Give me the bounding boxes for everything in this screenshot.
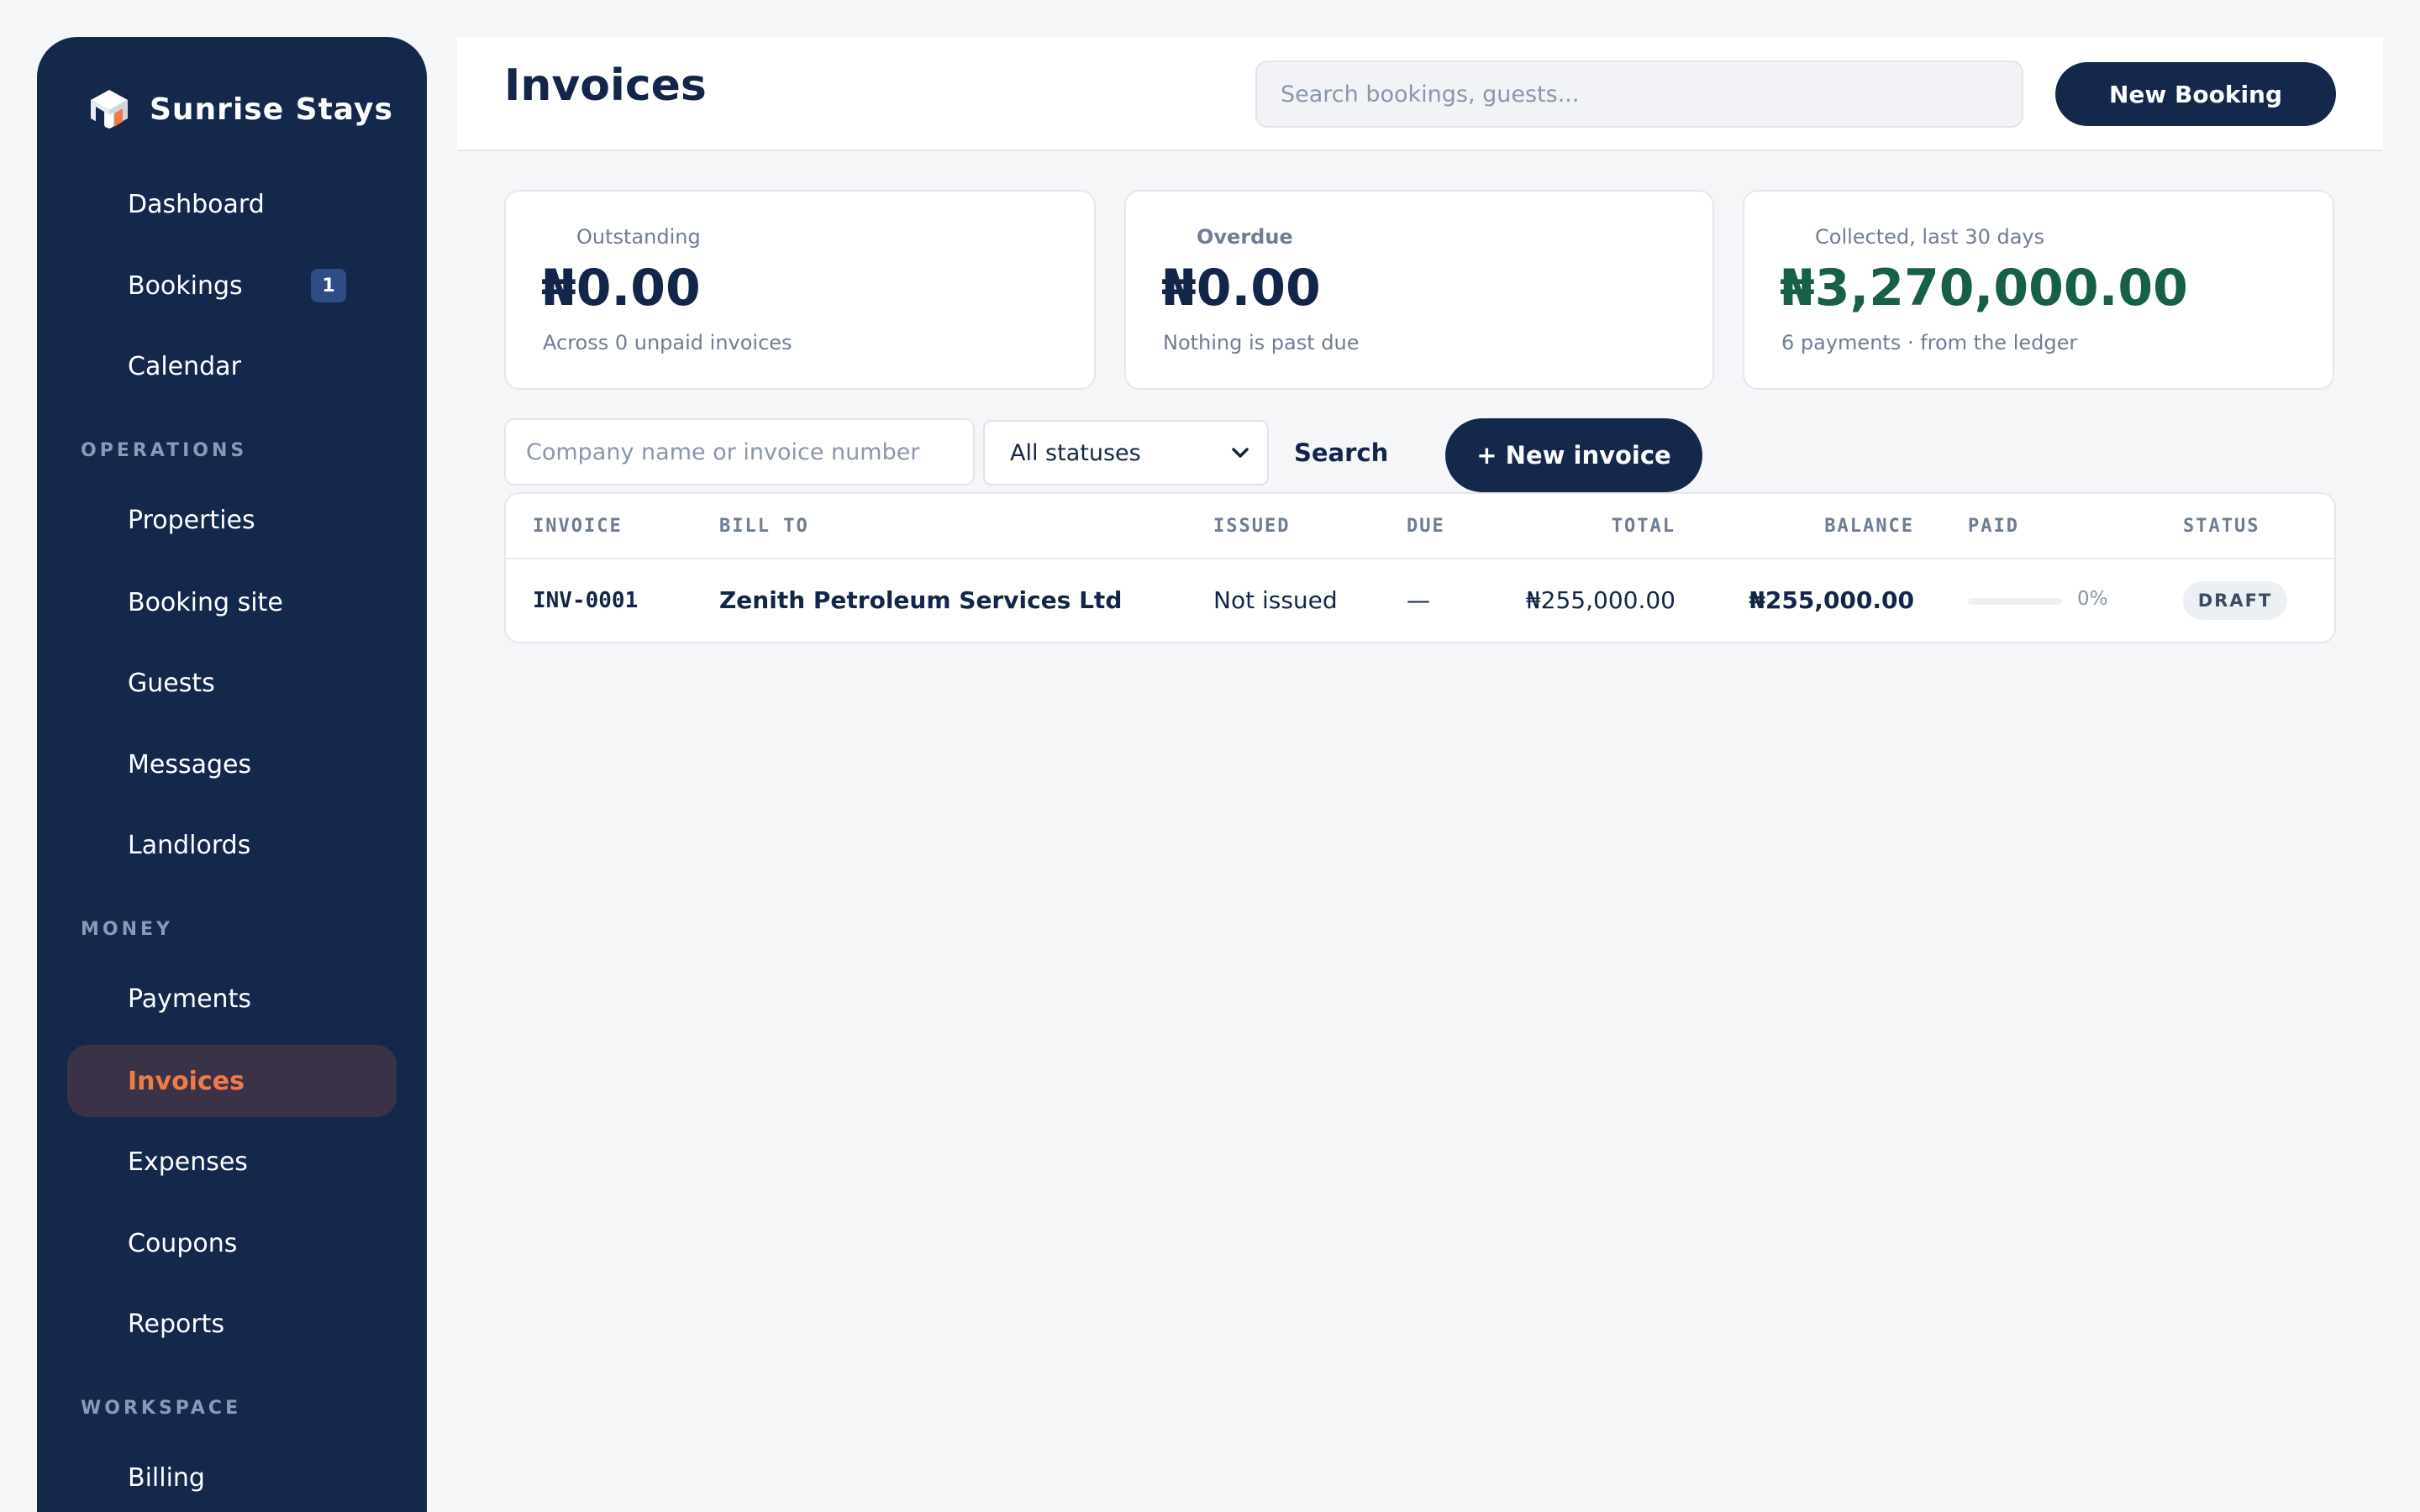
sidebar-item-label: Landlords: [128, 830, 251, 860]
bookings-count-badge: 1: [311, 269, 346, 302]
status-filter-value: All statuses: [1010, 439, 1141, 466]
invoices-table: INVOICE BILL TO ISSUED DUE TOTAL BALANCE…: [504, 492, 2336, 643]
stat-label: Collected, last 30 days: [1815, 225, 2045, 249]
stat-card-overdue: Overdue ₦0.00 Nothing is past due: [1124, 190, 1714, 390]
sidebar-item-label: Calendar: [128, 351, 241, 381]
sidebar-item-label: Payments: [128, 984, 251, 1014]
new-booking-button[interactable]: New Booking: [2055, 62, 2336, 126]
search-button[interactable]: Search: [1294, 420, 1388, 486]
brand-name: Sunrise Stays: [150, 92, 393, 127]
stat-value: ₦3,270,000.00: [1780, 259, 2188, 318]
section-heading-money: MONEY: [81, 919, 173, 940]
sidebar-item-payments[interactable]: Payments: [67, 963, 397, 1035]
column-header-issued[interactable]: ISSUED: [1213, 516, 1290, 537]
sidebar-item-reports[interactable]: Reports: [67, 1288, 397, 1360]
sidebar-item-coupons[interactable]: Coupons: [67, 1207, 397, 1279]
invoice-balance: ₦255,000.00: [1749, 586, 1914, 614]
stat-subtext: Across 0 unpaid invoices: [543, 331, 792, 354]
sidebar-item-label: Booking site: [128, 587, 283, 617]
sidebar: Sunrise Stays Dashboard Bookings 1 Calen…: [37, 37, 427, 1512]
column-header-due[interactable]: DUE: [1407, 516, 1445, 537]
issued-date: Not issued: [1213, 586, 1338, 614]
column-header-invoice[interactable]: INVOICE: [533, 516, 623, 537]
column-header-bill-to[interactable]: BILL TO: [719, 516, 809, 537]
sidebar-item-expenses[interactable]: Expenses: [67, 1126, 397, 1198]
top-header: Invoices New Booking: [457, 37, 2383, 151]
sidebar-item-label: Bookings: [128, 270, 243, 301]
chevron-down-icon: [1232, 448, 1249, 458]
new-invoice-button[interactable]: + New invoice: [1445, 418, 1702, 492]
sidebar-item-bookings[interactable]: Bookings 1: [67, 249, 397, 322]
sidebar-item-label: Guests: [128, 668, 215, 698]
paid-percent: 0%: [2077, 588, 2108, 610]
section-heading-workspace: WORKSPACE: [81, 1398, 242, 1419]
status-badge: DRAFT: [2183, 581, 2287, 620]
column-header-paid[interactable]: PAID: [1968, 516, 2019, 537]
sidebar-item-landlords[interactable]: Landlords: [67, 809, 397, 881]
sidebar-item-guests[interactable]: Guests: [67, 647, 397, 719]
stat-label: Outstanding: [576, 225, 701, 249]
sidebar-item-booking-site[interactable]: Booking site: [67, 566, 397, 638]
stat-subtext: 6 payments · from the ledger: [1781, 331, 2078, 354]
sidebar-item-billing[interactable]: Billing: [67, 1441, 397, 1512]
sidebar-item-label: Coupons: [128, 1228, 238, 1258]
invoice-total: ₦255,000.00: [1525, 586, 1676, 614]
stat-card-outstanding: Outstanding ₦0.00 Across 0 unpaid invoic…: [504, 190, 1096, 390]
sidebar-item-label: Properties: [128, 505, 255, 535]
status-filter-select[interactable]: All statuses: [983, 420, 1269, 486]
stat-value: ₦0.00: [541, 259, 701, 318]
paid-progress-bar: [1968, 598, 2062, 605]
column-header-total[interactable]: TOTAL: [1612, 516, 1676, 537]
sidebar-item-label: Expenses: [128, 1147, 248, 1177]
brand[interactable]: Sunrise Stays: [89, 79, 393, 139]
sidebar-item-properties[interactable]: Properties: [67, 484, 397, 556]
global-search-input[interactable]: [1255, 60, 2023, 128]
stat-card-collected: Collected, last 30 days ₦3,270,000.00 6 …: [1743, 190, 2334, 390]
bill-to-company[interactable]: Zenith Petroleum Services Ltd: [719, 586, 1122, 614]
stat-value: ₦0.00: [1161, 259, 1321, 318]
column-header-balance[interactable]: BALANCE: [1824, 516, 1914, 537]
column-header-status[interactable]: STATUS: [2183, 516, 2260, 537]
stat-subtext: Nothing is past due: [1163, 331, 1360, 354]
invoice-number[interactable]: INV-0001: [533, 588, 638, 613]
sidebar-item-messages[interactable]: Messages: [67, 728, 397, 801]
sidebar-item-label: Invoices: [128, 1066, 245, 1096]
sidebar-item-label: Billing: [128, 1462, 205, 1493]
invoice-search-input[interactable]: [504, 418, 975, 486]
sidebar-item-calendar[interactable]: Calendar: [67, 330, 397, 402]
page-title: Invoices: [504, 60, 707, 111]
sidebar-item-label: Dashboard: [128, 189, 265, 219]
sidebar-item-dashboard[interactable]: Dashboard: [67, 168, 397, 240]
section-heading-operations: OPERATIONS: [81, 440, 248, 461]
sidebar-item-label: Reports: [128, 1309, 225, 1339]
sidebar-item-label: Messages: [128, 749, 252, 780]
sidebar-item-invoices[interactable]: Invoices: [67, 1045, 397, 1117]
stat-label: Overdue: [1197, 225, 1293, 249]
table-header-divider: [506, 558, 2334, 559]
cube-logo-icon: [91, 90, 128, 129]
due-date: —: [1407, 586, 1430, 614]
